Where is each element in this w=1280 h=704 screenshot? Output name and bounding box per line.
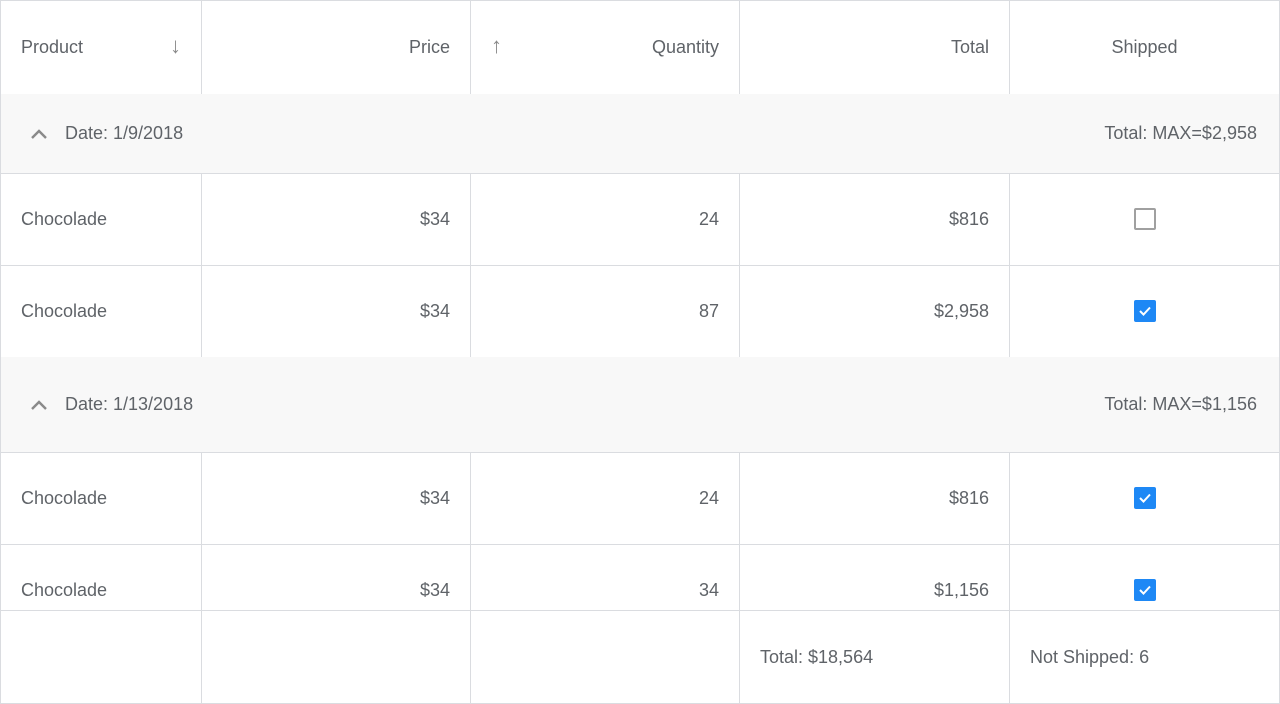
table-row: Chocolade $34 24 $816 [0, 173, 1280, 266]
cell-shipped [1010, 452, 1280, 545]
column-header-label: Shipped [1111, 37, 1178, 57]
group-summary: Total: MAX=$2,958 [1104, 123, 1257, 143]
chevron-up-icon[interactable] [29, 398, 49, 412]
column-header-product[interactable]: Product ↓ [0, 0, 202, 95]
cell-product: Chocolade [0, 173, 202, 266]
column-header-label: Quantity [651, 37, 719, 57]
cell-quantity: 24 [471, 173, 740, 266]
cell-total: $2,958 [740, 265, 1010, 358]
column-header-shipped[interactable]: Shipped [1010, 0, 1280, 95]
shipped-checkbox[interactable] [1133, 579, 1156, 601]
shipped-checkbox[interactable] [1133, 300, 1156, 322]
column-header-label: Price [408, 37, 450, 57]
cell-total: $816 [740, 173, 1010, 266]
arrow-down-icon: ↓ [170, 32, 181, 58]
table-row: Chocolade $34 24 $816 [0, 452, 1280, 545]
column-header-label: Total [950, 37, 989, 57]
cell-product: Chocolade [0, 265, 202, 358]
cell-product: Chocolade [0, 452, 202, 545]
column-header-quantity[interactable]: ↑ Quantity [471, 0, 740, 95]
footer-cell-product [0, 610, 202, 704]
cell-shipped [1010, 173, 1280, 266]
cell-quantity: 87 [471, 265, 740, 358]
table-row: Chocolade $34 87 $2,958 [0, 265, 1280, 358]
checkmark-icon [1138, 493, 1151, 503]
cell-price: $34 [202, 173, 471, 266]
column-header-label: Product [21, 37, 84, 57]
group-label: Date: 1/9/2018 [65, 123, 184, 143]
cell-price: $34 [202, 452, 471, 545]
scroll-viewport: Chocolade $34 34 $1,156 [0, 544, 1280, 610]
footer-total-summary: Total: $18,564 [740, 610, 1010, 704]
cell-shipped [1010, 265, 1280, 358]
column-header-total[interactable]: Total [740, 0, 1010, 95]
cell-shipped [1010, 544, 1280, 610]
group-row[interactable]: Date: 1/9/2018 Total: MAX=$2,958 [0, 94, 1280, 174]
group-label: Date: 1/13/2018 [65, 394, 194, 414]
arrow-up-icon: ↑ [491, 32, 502, 58]
chevron-up-icon[interactable] [29, 127, 49, 141]
footer-shipped-summary: Not Shipped: 6 [1010, 610, 1280, 704]
shipped-checkbox[interactable] [1133, 487, 1156, 509]
cell-total: $816 [740, 452, 1010, 545]
column-header-price[interactable]: Price [202, 0, 471, 95]
checkmark-icon [1138, 306, 1151, 316]
cell-price: $34 [202, 544, 471, 610]
cell-quantity: 34 [471, 544, 740, 610]
group-row[interactable]: Date: 1/13/2018 Total: MAX=$1,156 [0, 357, 1280, 453]
footer-row: Total: $18,564 Not Shipped: 6 [0, 610, 1280, 704]
table-row: Chocolade $34 34 $1,156 [0, 544, 1280, 610]
footer-cell-quantity [471, 610, 740, 704]
shipped-checkbox[interactable] [1133, 208, 1156, 230]
checkmark-icon [1138, 585, 1151, 595]
cell-product: Chocolade [0, 544, 202, 610]
cell-quantity: 24 [471, 452, 740, 545]
cell-total: $1,156 [740, 544, 1010, 610]
cell-price: $34 [202, 265, 471, 358]
group-header: Date: 1/13/2018 [29, 394, 193, 415]
header-row: Product ↓ Price ↑ Quantity Total Shipped [0, 0, 1280, 95]
group-summary: Total: MAX=$1,156 [1104, 394, 1257, 414]
footer-cell-price [202, 610, 471, 704]
data-grid: Product ↓ Price ↑ Quantity Total Shipped… [0, 0, 1280, 704]
group-header: Date: 1/9/2018 [29, 123, 183, 144]
